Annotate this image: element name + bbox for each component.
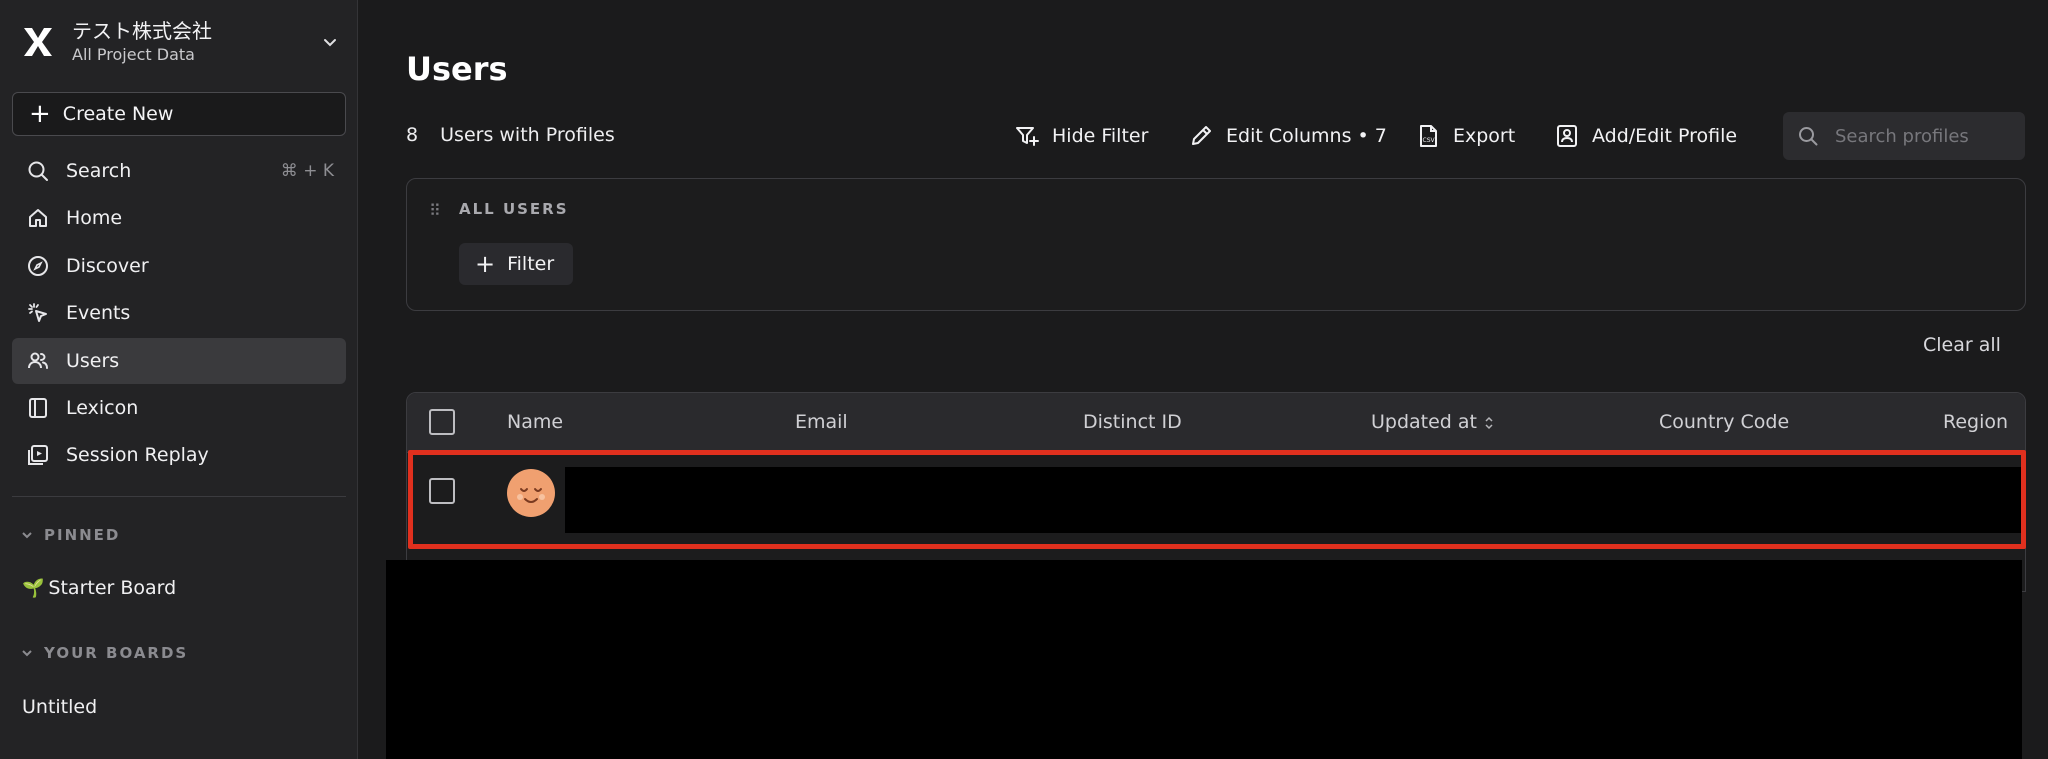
sort-icon — [1485, 416, 1493, 429]
home-icon — [29, 209, 47, 228]
pinned-section-header[interactable]: PINNED — [20, 526, 120, 544]
search-icon — [28, 161, 48, 181]
filter-icon — [1016, 127, 1039, 146]
export-button[interactable]: CSV Export — [1415, 118, 1515, 154]
search-input[interactable] — [1835, 125, 2005, 147]
book-icon — [29, 397, 47, 418]
compass-icon — [28, 255, 48, 276]
sidebar-item-label: Discover — [66, 254, 149, 277]
section-label: YOUR BOARDS — [44, 644, 189, 662]
users-icon — [28, 352, 48, 369]
edit-columns-button[interactable]: Edit Columns • 7 — [1188, 118, 1387, 154]
row-checkbox[interactable] — [429, 478, 455, 504]
column-header-distinct-id[interactable]: Distinct ID — [1083, 411, 1182, 433]
redacted-table-area — [386, 560, 2022, 759]
export-label: Export — [1453, 125, 1516, 147]
pinned-item-starter-board[interactable]: 🌱 Starter Board — [22, 577, 176, 599]
org-switcher[interactable]: テスト株式会社 All Project Data — [20, 14, 340, 70]
plus-icon: + — [29, 99, 51, 129]
sidebar: テスト株式会社 All Project Data + Create New Se… — [0, 0, 358, 759]
sidebar-item-discover[interactable]: Discover — [12, 243, 346, 289]
create-new-button[interactable]: + Create New — [12, 92, 346, 136]
org-subtitle: All Project Data — [72, 45, 195, 64]
board-label: Starter Board — [48, 577, 177, 599]
search-icon — [1799, 127, 1818, 146]
table-header: Name Email Distinct ID Updated at Countr… — [407, 393, 2025, 453]
users-count-label: Users with Profiles — [440, 124, 615, 146]
sidebar-item-label: Lexicon — [66, 396, 139, 419]
column-header-email[interactable]: Email — [795, 411, 848, 433]
sidebar-item-label: Session Replay — [66, 444, 209, 467]
smiley-face-icon — [517, 488, 545, 503]
users-count: 8 Users with Profiles — [406, 124, 615, 146]
redacted-row-content — [565, 467, 2025, 533]
sidebar-item-users[interactable]: Users — [12, 337, 346, 384]
column-header-country-code[interactable]: Country Code — [1659, 411, 1789, 433]
plus-icon: + — [475, 250, 496, 278]
edit-columns-label: Edit Columns • 7 — [1226, 125, 1387, 147]
clear-all-button[interactable]: Clear all — [1923, 334, 2001, 356]
users-count-number: 8 — [406, 124, 419, 146]
shortcut-hint: ⌘ + K — [280, 161, 334, 181]
your-boards-section-header[interactable]: YOUR BOARDS — [20, 644, 188, 662]
sidebar-item-label: Search — [66, 160, 132, 182]
select-all-checkbox[interactable] — [429, 409, 455, 435]
sidebar-item-label: Events — [66, 302, 131, 325]
drag-handle-icon[interactable]: ⠿ — [429, 201, 441, 220]
sidebar-nav: Search ⌘ + K Home Discover Events Users … — [12, 148, 346, 480]
sidebar-item-label: Users — [66, 349, 120, 372]
filter-panel: ⠿ ALL USERS + Filter — [406, 178, 2026, 311]
chevron-down-icon — [22, 650, 32, 657]
profile-card-icon — [1557, 125, 1577, 147]
section-label: PINNED — [44, 526, 121, 544]
column-header-name[interactable]: Name — [507, 411, 563, 433]
filter-panel-header: ALL USERS — [459, 200, 569, 218]
create-new-label: Create New — [62, 103, 174, 125]
svg-text:CSV: CSV — [1423, 137, 1436, 144]
logo-icon — [24, 28, 52, 56]
hide-filter-label: Hide Filter — [1052, 125, 1149, 147]
csv-file-icon: CSV — [1420, 125, 1437, 147]
column-header-updated-at[interactable]: Updated at — [1371, 411, 1495, 433]
sidebar-item-events[interactable]: Events — [12, 290, 346, 336]
cursor-click-icon — [28, 303, 47, 323]
board-label: Untitled — [22, 696, 98, 718]
column-header-region[interactable]: Region — [1943, 411, 2008, 433]
play-square-icon — [28, 445, 48, 466]
pencil-icon — [1192, 126, 1211, 145]
hide-filter-button[interactable]: Hide Filter — [1014, 118, 1148, 154]
sidebar-item-session-replay[interactable]: Session Replay — [12, 432, 346, 478]
sprout-icon: 🌱 — [22, 577, 45, 599]
search-profiles[interactable] — [1783, 112, 2025, 160]
org-name: テスト株式会社 — [72, 19, 212, 43]
board-item-untitled[interactable]: Untitled — [22, 696, 97, 718]
avatar[interactable] — [507, 469, 555, 517]
sidebar-item-label: Home — [66, 207, 123, 230]
column-header-label: Updated at — [1371, 411, 1478, 433]
chevron-down-icon — [324, 39, 336, 47]
chevron-down-icon — [22, 532, 32, 539]
add-edit-profile-button[interactable]: Add/Edit Profile — [1554, 118, 1737, 154]
sidebar-item-search[interactable]: Search ⌘ + K — [12, 148, 346, 194]
add-filter-button[interactable]: + Filter — [459, 243, 573, 285]
page-title: Users — [406, 50, 508, 88]
add-edit-profile-label: Add/Edit Profile — [1592, 125, 1738, 147]
sidebar-item-lexicon[interactable]: Lexicon — [12, 385, 346, 431]
table-row[interactable] — [407, 453, 2025, 533]
sidebar-divider — [12, 496, 346, 497]
add-filter-label: Filter — [507, 253, 555, 275]
sidebar-item-home[interactable]: Home — [12, 195, 346, 241]
